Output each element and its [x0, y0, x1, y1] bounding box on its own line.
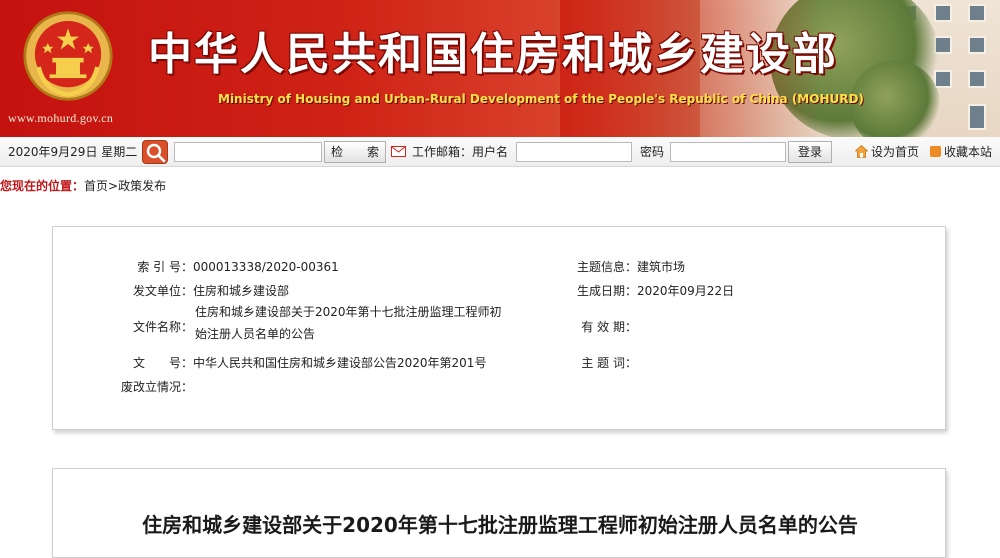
info-label: 废改立情况： — [120, 380, 193, 394]
info-label: 文 号： — [132, 356, 193, 370]
info-validity-row: 有 效 期： — [561, 318, 637, 335]
site-title: 中华人民共和国住房和城乡建设部 — [148, 29, 838, 80]
info-label: 生成日期： — [576, 284, 637, 298]
building-window — [968, 104, 986, 130]
info-label: 索 引 号： — [137, 260, 193, 274]
breadcrumb: 您现在的位置：首页>政策发布 — [0, 167, 1000, 207]
national-emblem-icon — [23, 11, 113, 101]
bookmark-link[interactable]: 收藏本站 — [944, 137, 992, 167]
home-icon — [855, 145, 868, 158]
info-value: 000013338/2020-00361 — [193, 260, 339, 274]
breadcrumb-prefix: 您现在的位置： — [0, 179, 85, 193]
info-label: 文件名称： — [132, 320, 193, 334]
info-label: 主 题 词： — [581, 356, 637, 370]
breadcrumb-separator: > — [108, 179, 119, 193]
breadcrumb-current[interactable]: 政策发布 — [118, 179, 166, 193]
info-docno-row: 文 号：中华人民共和国住房和城乡建设部公告2020年第201号 — [117, 354, 486, 371]
info-value-line: 始注册人员名单的公告 — [195, 327, 316, 341]
info-index-row: 索 引 号：000013338/2020-00361 — [117, 258, 339, 275]
info-label: 有 效 期： — [581, 320, 637, 334]
info-filename-label-row: 文件名称： — [117, 318, 193, 335]
info-issuer-row: 发文单位：住房和城乡建设部 — [117, 282, 289, 299]
site-banner: www.mohurd.gov.cn 中华人民共和国住房和城乡建设部 Minist… — [0, 0, 1000, 137]
info-date-row: 生成日期：2020年09月22日 — [561, 282, 734, 299]
info-label: 发文单位： — [132, 284, 193, 298]
building-window — [934, 4, 952, 22]
login-button[interactable]: 登录 — [788, 141, 832, 163]
info-filename-value: 住房和城乡建设部关于2020年第十七批注册监理工程师初 始注册人员名单的公告 — [195, 301, 505, 345]
site-subtitle: Ministry of Housing and Urban-Rural Deve… — [218, 92, 864, 106]
info-value: 中华人民共和国住房和城乡建设部公告2020年第201号 — [193, 356, 487, 370]
document-info-panel: 索 引 号：000013338/2020-00361 主题信息：建筑市场 发文单… — [52, 226, 946, 430]
top-toolbar: 2020年9月29日 星期二 检 索 工作邮箱：用户名 密码 登录 设为首页 收… — [0, 137, 1000, 167]
building-window — [968, 36, 986, 54]
building-window — [968, 70, 986, 88]
password-label: 密码 — [640, 145, 665, 159]
search-button[interactable]: 检 索 — [324, 141, 386, 163]
info-status-row: 废改立情况： — [117, 378, 193, 395]
building-window — [968, 4, 986, 22]
info-topic-row: 主题信息：建筑市场 — [561, 258, 685, 275]
search-input[interactable] — [174, 142, 322, 162]
info-value: 建筑市场 — [637, 260, 686, 274]
site-url: www.mohurd.gov.cn — [8, 111, 114, 125]
mail-icon — [391, 146, 406, 157]
bookmark-icon — [930, 146, 941, 157]
info-value: 2020年09月22日 — [637, 284, 735, 298]
username-input[interactable] — [516, 142, 632, 162]
info-keywords-row: 主 题 词： — [561, 354, 637, 371]
article-panel: 住房和城乡建设部关于2020年第十七批注册监理工程师初始注册人员名单的公告 — [52, 468, 946, 558]
search-icon[interactable] — [142, 140, 168, 164]
article-title: 住房和城乡建设部关于2020年第十七批注册监理工程师初始注册人员名单的公告 — [142, 513, 858, 537]
info-label: 主题信息： — [576, 260, 637, 274]
password-input[interactable] — [670, 142, 786, 162]
info-value: 住房和城乡建设部 — [193, 284, 290, 298]
mail-username-label: 工作邮箱：用户名 — [412, 145, 509, 159]
current-date: 2020年9月29日 星期二 — [8, 145, 138, 159]
set-homepage-link[interactable]: 设为首页 — [871, 137, 919, 167]
info-value-line: 住房和城乡建设部关于2020年第十七批注册监理工程师初 — [195, 305, 502, 319]
breadcrumb-home-link[interactable]: 首页 — [84, 179, 108, 193]
